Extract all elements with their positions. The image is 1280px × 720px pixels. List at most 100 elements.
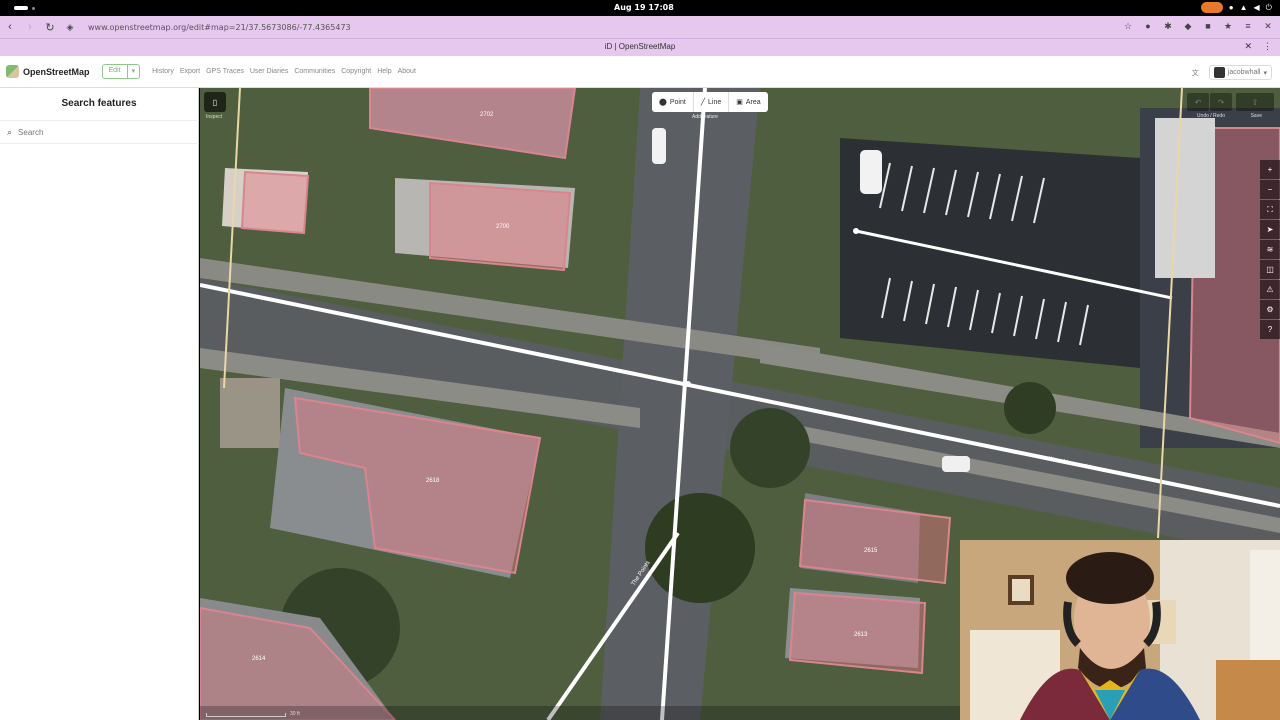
extension-icons: ☆ ● ✱ ◆ ■ ★ ≡ ✕ [1122, 20, 1274, 32]
zoom-out-button[interactable]: − [1260, 180, 1280, 199]
star-icon[interactable]: ★ [1222, 20, 1234, 32]
upload-icon: ⇪ [1251, 97, 1259, 107]
scale-label: 30 ft [290, 711, 300, 717]
nav-export[interactable]: Export [180, 68, 200, 75]
add-point-label: Point [669, 98, 686, 106]
undo-button[interactable]: ↶ [1187, 93, 1209, 111]
close-window-icon[interactable]: ✕ [1262, 20, 1274, 32]
avatar [1213, 67, 1225, 78]
user-menu[interactable]: jacobwhall ▾ [1208, 65, 1272, 80]
tab-more-icon[interactable]: ⋮ [1263, 41, 1272, 52]
osm-logo[interactable]: OpenStreetMap [6, 65, 90, 78]
osm-logo-icon [6, 65, 19, 78]
mic-icon: ● [1228, 3, 1234, 12]
building-label: 2613 [854, 632, 868, 638]
extension-shield-icon[interactable]: ◆ [1182, 20, 1194, 32]
undo-redo-group: ↶ ↷ [1187, 93, 1232, 111]
building-label: 2618 [426, 478, 440, 484]
profile-icon[interactable]: ● [1142, 20, 1154, 32]
reload-button[interactable]: ↻ [40, 16, 60, 38]
back-button[interactable]: ‹ [0, 16, 20, 38]
volume-icon: ◀ [1253, 3, 1260, 12]
nav-gps-traces[interactable]: GPS Traces [206, 68, 244, 75]
add-line-button[interactable]: ╱ Line [694, 92, 730, 112]
workspace-dot-icon [32, 7, 35, 10]
translate-icon[interactable]: 文 [1192, 68, 1199, 78]
add-line-label: Line [708, 98, 722, 106]
sidebar-title: Search features [61, 98, 137, 109]
system-tray[interactable]: ● ▲ ◀ ⏻ [1200, 2, 1272, 13]
nav-about[interactable]: About [398, 68, 416, 75]
user-area: 文 jacobwhall ▾ [1192, 65, 1272, 80]
inspect-button[interactable]: ▯ [204, 92, 226, 112]
tab-bar: iD | OpenStreetMap ✕ ⋮ [0, 38, 1280, 56]
chevron-down-icon[interactable]: ▾ [126, 65, 140, 78]
edit-label: Edit [108, 67, 121, 74]
add-point-button[interactable]: ⬤ Point [652, 92, 694, 112]
network-icon: ▲ [1239, 3, 1248, 12]
username: jacobwhall [1227, 69, 1261, 76]
issues-icon[interactable]: ⚠ [1260, 280, 1280, 299]
edit-button[interactable]: Edit ▾ [101, 64, 141, 79]
background-layers-icon[interactable]: ≋ [1260, 240, 1280, 259]
add-feature-toolbar: ⬤ Point ╱ Line ▣ Area [652, 92, 768, 112]
extension-square-icon[interactable]: ■ [1202, 20, 1214, 32]
building-label: 2700 [496, 224, 510, 230]
activities-indicator[interactable] [14, 6, 28, 10]
osm-logo-text: OpenStreetMap [23, 66, 90, 77]
redo-button[interactable]: ↷ [1210, 93, 1232, 111]
power-icon: ⏻ [1265, 2, 1272, 12]
nav-history[interactable]: History [152, 68, 174, 75]
search-input[interactable] [18, 127, 189, 137]
car [860, 150, 882, 194]
top-nav: History Export GPS Traces User Diaries C… [152, 68, 416, 75]
webcam-video [960, 540, 1280, 720]
search-row: ⌕ [0, 120, 199, 144]
add-feature-hint: Add feature [692, 114, 718, 120]
clock[interactable]: Aug 19 17:08 [614, 3, 674, 12]
browser-toolbar: ‹ › ↻ ◈ www.openstreetmap.org/edit#map=2… [0, 16, 1280, 38]
bookmark-star-icon[interactable]: ☆ [1122, 20, 1134, 32]
recording-indicator-icon [1200, 2, 1223, 13]
undo-redo-label: Undo / Redo [1196, 113, 1225, 119]
map-footer: 30 ft [200, 706, 960, 720]
nav-communities[interactable]: Communities [294, 68, 335, 75]
fullscreen-icon[interactable]: ⛶ [1260, 200, 1280, 219]
map-data-icon[interactable]: ◫ [1260, 260, 1280, 279]
help-icon[interactable]: ? [1260, 320, 1280, 339]
map-controls: + − ⛶ ➤ ≋ ◫ ⚠ ⚙ ? [1260, 160, 1280, 339]
save-button[interactable]: ⇪ [1236, 93, 1274, 111]
zoom-in-button[interactable]: + [1260, 160, 1280, 179]
map-pin-icon: ⬤ [659, 99, 667, 106]
inspect-label: Inspect [206, 114, 223, 120]
car [942, 456, 970, 472]
add-area-button[interactable]: ▣ Area [729, 92, 767, 112]
node-vertex[interactable] [853, 228, 859, 234]
nav-help[interactable]: Help [377, 68, 391, 75]
area-icon: ▣ [736, 99, 743, 106]
tab-close-icon[interactable]: ✕ [1244, 41, 1252, 52]
webcam-overlay [960, 540, 1280, 720]
os-top-bar: Aug 19 17:08 ● ▲ ◀ ⏻ [0, 0, 1280, 16]
tab-title[interactable]: iD | OpenStreetMap [0, 42, 1280, 51]
building-label: 2702 [480, 112, 494, 118]
add-area-label: Area [745, 98, 761, 106]
geolocate-icon[interactable]: ➤ [1260, 220, 1280, 239]
user-chevron-icon: ▾ [1263, 69, 1267, 77]
scale-bar[interactable] [206, 713, 286, 717]
car [652, 128, 666, 164]
puzzle-icon[interactable]: ✱ [1162, 20, 1174, 32]
forward-button[interactable]: › [20, 16, 40, 38]
osm-header: OpenStreetMap Edit ▾ History Export GPS … [0, 56, 1280, 88]
node-vertex[interactable] [685, 381, 691, 387]
nav-user-diaries[interactable]: User Diaries [250, 68, 289, 75]
sidebar-toggle-icon: ▯ [212, 97, 218, 107]
address-bar[interactable]: www.openstreetmap.org/edit#map=21/37.567… [88, 23, 351, 32]
shield-icon[interactable]: ◈ [60, 16, 80, 38]
nav-copyright[interactable]: Copyright [341, 68, 371, 75]
building-label: 2615 [864, 548, 878, 554]
preferences-icon[interactable]: ⚙ [1260, 300, 1280, 319]
search-icon: ⌕ [7, 126, 13, 137]
menu-icon[interactable]: ≡ [1242, 20, 1254, 32]
building-label: 2614 [252, 656, 266, 662]
